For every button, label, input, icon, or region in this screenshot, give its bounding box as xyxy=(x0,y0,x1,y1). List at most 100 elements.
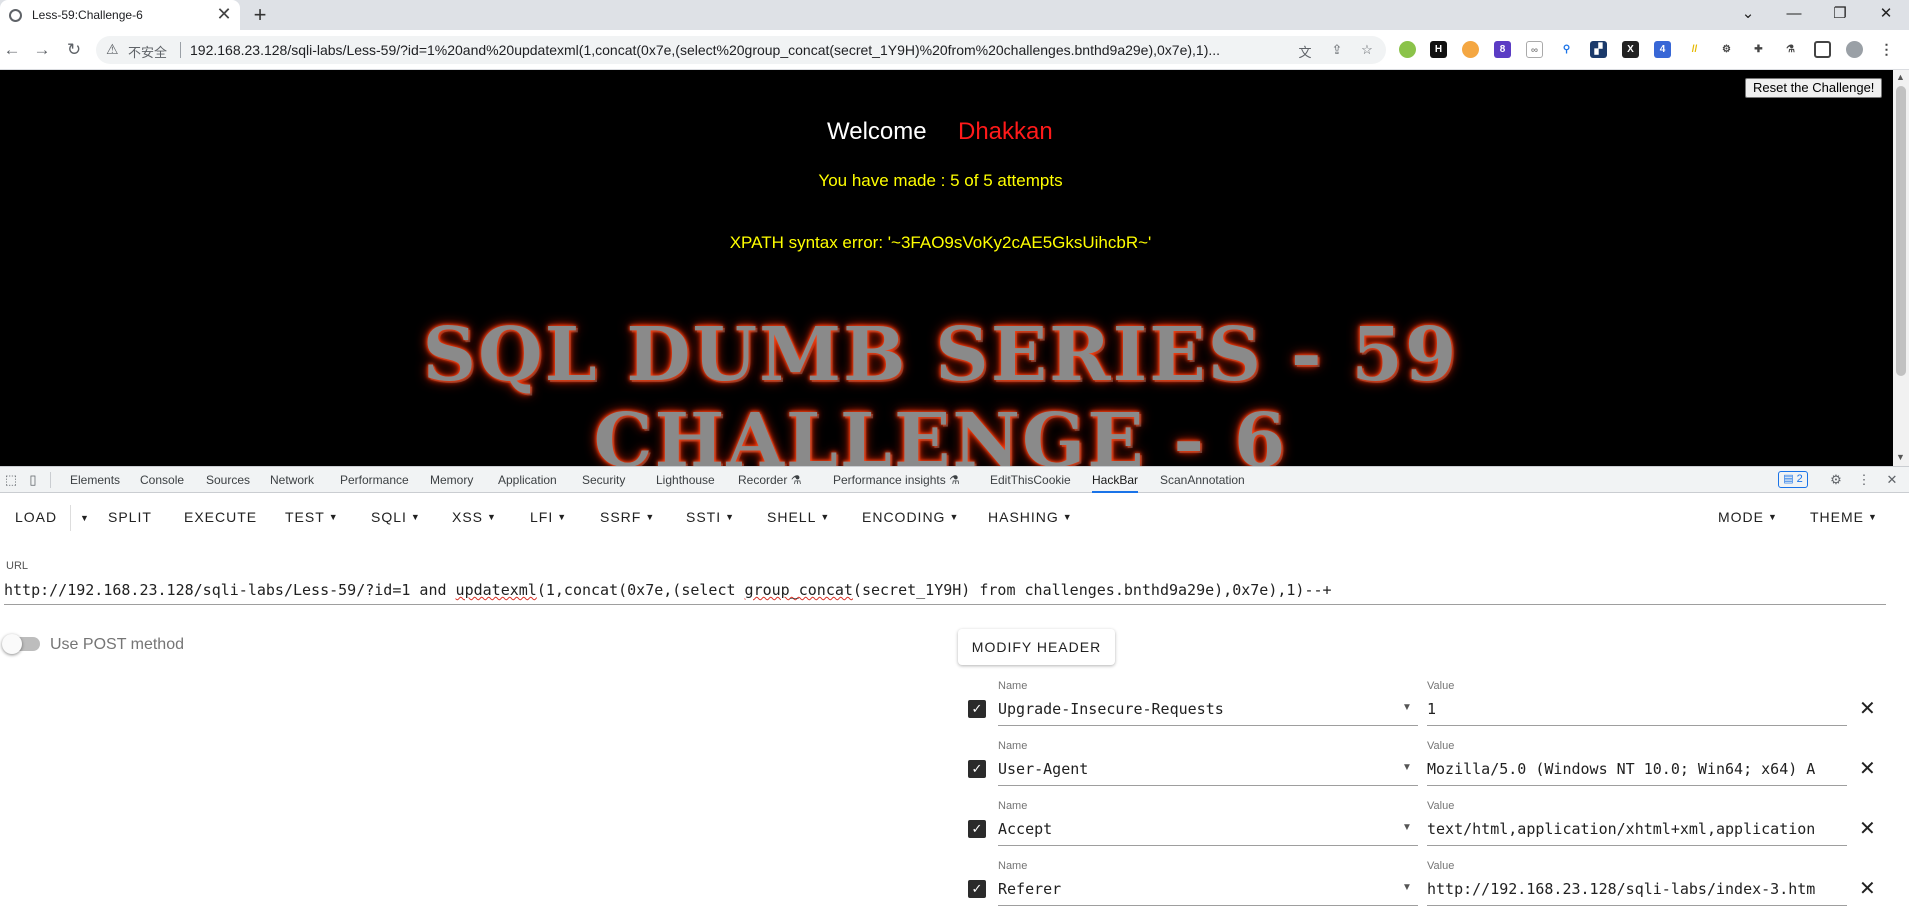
extension-h-icon[interactable]: H xyxy=(1430,41,1447,58)
xss-menu[interactable]: XSS ▼ xyxy=(452,509,497,525)
extension-stripe-icon[interactable]: // xyxy=(1686,41,1703,58)
tab-network[interactable]: Network xyxy=(270,467,314,493)
scroll-down-icon[interactable]: ▼ xyxy=(1896,452,1905,462)
tab-console[interactable]: Console xyxy=(140,467,184,493)
tab-security[interactable]: Security xyxy=(582,467,625,493)
tab-close-icon[interactable]: ✕ xyxy=(214,5,234,25)
header-enabled-checkbox[interactable]: ✓ xyxy=(968,700,986,718)
new-tab-button[interactable]: + xyxy=(248,2,272,28)
reset-challenge-button[interactable]: Reset the Challenge! xyxy=(1745,78,1883,98)
load-button[interactable]: LOAD xyxy=(15,509,57,525)
extension-pin-icon[interactable]: ⚲ xyxy=(1558,41,1575,58)
remove-header-icon[interactable]: ✕ xyxy=(1859,696,1876,721)
translate-icon[interactable]: 文 xyxy=(1296,42,1314,60)
extension-x-icon[interactable]: X xyxy=(1622,41,1639,58)
header-value-input[interactable]: text/html,application/xhtml+xml,applicat… xyxy=(1427,820,1847,846)
extension-green-icon[interactable] xyxy=(1399,41,1416,58)
inspect-element-icon[interactable]: ⬚ xyxy=(2,471,20,489)
window-close-button[interactable]: ✕ xyxy=(1863,0,1909,30)
not-secure-label[interactable]: 不安全 xyxy=(128,42,167,61)
banner-subtitle: CHALLENGE - 6 xyxy=(593,398,1288,466)
header-name-input[interactable]: Referer xyxy=(998,880,1418,906)
scroll-up-icon[interactable]: ▲ xyxy=(1896,72,1905,82)
header-name-dropdown-icon[interactable]: ▼ xyxy=(1402,762,1412,773)
back-button[interactable]: ← xyxy=(0,38,24,62)
remove-header-icon[interactable]: ✕ xyxy=(1859,876,1876,901)
theme-menu[interactable]: THEME ▼ xyxy=(1810,509,1878,525)
tab-scanannotation[interactable]: ScanAnnotation xyxy=(1160,467,1245,493)
url-input[interactable]: http://192.168.23.128/sqli-labs/Less-59/… xyxy=(4,581,1886,605)
devtools-close-icon[interactable]: ✕ xyxy=(1883,471,1901,489)
modify-header-button[interactable]: MODIFY HEADER xyxy=(958,629,1115,665)
mode-menu[interactable]: MODE ▼ xyxy=(1718,509,1778,525)
header-name-input[interactable]: Accept xyxy=(998,820,1418,846)
side-panel-icon[interactable] xyxy=(1814,41,1831,58)
tab-search-icon[interactable]: ⌄ xyxy=(1725,0,1771,30)
tab-elements[interactable]: Elements xyxy=(70,467,120,493)
forward-button[interactable]: → xyxy=(30,38,54,62)
tab-application[interactable]: Application xyxy=(498,467,557,493)
device-toolbar-icon[interactable]: ▯ xyxy=(24,471,42,489)
flask-icon[interactable]: ⚗ xyxy=(1782,41,1799,58)
address-bar[interactable]: ⚠ 不安全 192.168.23.128/sqli-labs/Less-59/?… xyxy=(96,36,1386,64)
cookie-icon[interactable] xyxy=(1462,41,1479,58)
header-name-dropdown-icon[interactable]: ▼ xyxy=(1402,702,1412,713)
page-scrollbar[interactable]: ▲ ▼ xyxy=(1893,70,1909,466)
tab-editthiscookie[interactable]: EditThisCookie xyxy=(990,467,1071,493)
header-value-input[interactable]: 1 xyxy=(1427,700,1847,726)
devtools-more-icon[interactable]: ⋮ xyxy=(1855,471,1873,489)
header-name-input[interactable]: User-Agent xyxy=(998,760,1418,786)
header-name-dropdown-icon[interactable]: ▼ xyxy=(1402,882,1412,893)
extension-badge-8-icon[interactable]: 8 xyxy=(1494,41,1511,58)
encoding-menu[interactable]: ENCODING ▼ xyxy=(862,509,959,525)
url-part: http://192.168.23.128/sqli-labs/Less-59/… xyxy=(4,581,456,599)
xss-label: XSS xyxy=(452,509,484,525)
lfi-menu[interactable]: LFI ▼ xyxy=(530,509,567,525)
header-enabled-checkbox[interactable]: ✓ xyxy=(968,880,986,898)
test-menu[interactable]: TEST ▼ xyxy=(285,509,339,525)
hashing-menu[interactable]: HASHING ▼ xyxy=(988,509,1073,525)
ssti-menu[interactable]: SSTI ▼ xyxy=(686,509,735,525)
reload-button[interactable]: ↻ xyxy=(62,38,86,62)
extensions-puzzle-icon[interactable]: ✚ xyxy=(1750,41,1767,58)
remove-header-icon[interactable]: ✕ xyxy=(1859,756,1876,781)
tab-sources[interactable]: Sources xyxy=(206,467,250,493)
extension-link-icon[interactable]: ∞ xyxy=(1526,41,1543,58)
tab-performance[interactable]: Performance xyxy=(340,467,409,493)
extension-chart-icon[interactable]: ▞ xyxy=(1590,41,1607,58)
address-text[interactable]: 192.168.23.128/sqli-labs/Less-59/?id=1%2… xyxy=(190,42,1280,58)
header-value-input[interactable]: http://192.168.23.128/sqli-labs/index-3.… xyxy=(1427,880,1847,906)
load-dropdown-icon[interactable]: ▼ xyxy=(76,510,90,526)
tab-memory[interactable]: Memory xyxy=(430,467,473,493)
tab-performance-insights[interactable]: Performance insights ⚗ xyxy=(833,467,960,493)
header-name-dropdown-icon[interactable]: ▼ xyxy=(1402,822,1412,833)
header-value-input[interactable]: Mozilla/5.0 (Windows NT 10.0; Win64; x64… xyxy=(1427,760,1847,786)
post-method-toggle[interactable] xyxy=(2,634,40,654)
ssrf-menu[interactable]: SSRF ▼ xyxy=(600,509,655,525)
extension-badge-4-icon[interactable]: 4 xyxy=(1654,41,1671,58)
execute-button[interactable]: EXECUTE xyxy=(184,509,257,525)
tab-lighthouse[interactable]: Lighthouse xyxy=(656,467,715,493)
browser-tab[interactable]: Less-59:Challenge-6 ✕ xyxy=(0,0,240,30)
more-menu-icon[interactable]: ⋮ xyxy=(1878,41,1895,58)
minimize-button[interactable]: — xyxy=(1771,0,1817,30)
header-enabled-checkbox[interactable]: ✓ xyxy=(968,820,986,838)
share-icon[interactable]: ⇪ xyxy=(1328,42,1346,58)
sqli-menu[interactable]: SQLI ▼ xyxy=(371,509,421,525)
gear-icon[interactable]: ⚙ xyxy=(1718,41,1735,58)
scroll-thumb[interactable] xyxy=(1896,86,1906,376)
profile-avatar-icon[interactable] xyxy=(1846,41,1863,58)
warning-icon[interactable]: ⚠ xyxy=(106,41,119,58)
remove-header-icon[interactable]: ✕ xyxy=(1859,816,1876,841)
tab-hackbar[interactable]: HackBar xyxy=(1092,467,1139,493)
header-name-input[interactable]: Upgrade-Insecure-Requests xyxy=(998,700,1418,726)
test-label: TEST xyxy=(285,509,325,525)
split-button[interactable]: SPLIT xyxy=(108,509,152,525)
tab-recorder[interactable]: Recorder ⚗ xyxy=(738,467,801,493)
settings-gear-icon[interactable]: ⚙ xyxy=(1827,471,1845,489)
bookmark-star-icon[interactable]: ☆ xyxy=(1358,42,1376,58)
shell-menu[interactable]: SHELL ▼ xyxy=(767,509,830,525)
header-enabled-checkbox[interactable]: ✓ xyxy=(968,760,986,778)
issues-badge[interactable]: ▤ 2 xyxy=(1778,471,1808,488)
restore-button[interactable]: ❐ xyxy=(1817,0,1863,30)
